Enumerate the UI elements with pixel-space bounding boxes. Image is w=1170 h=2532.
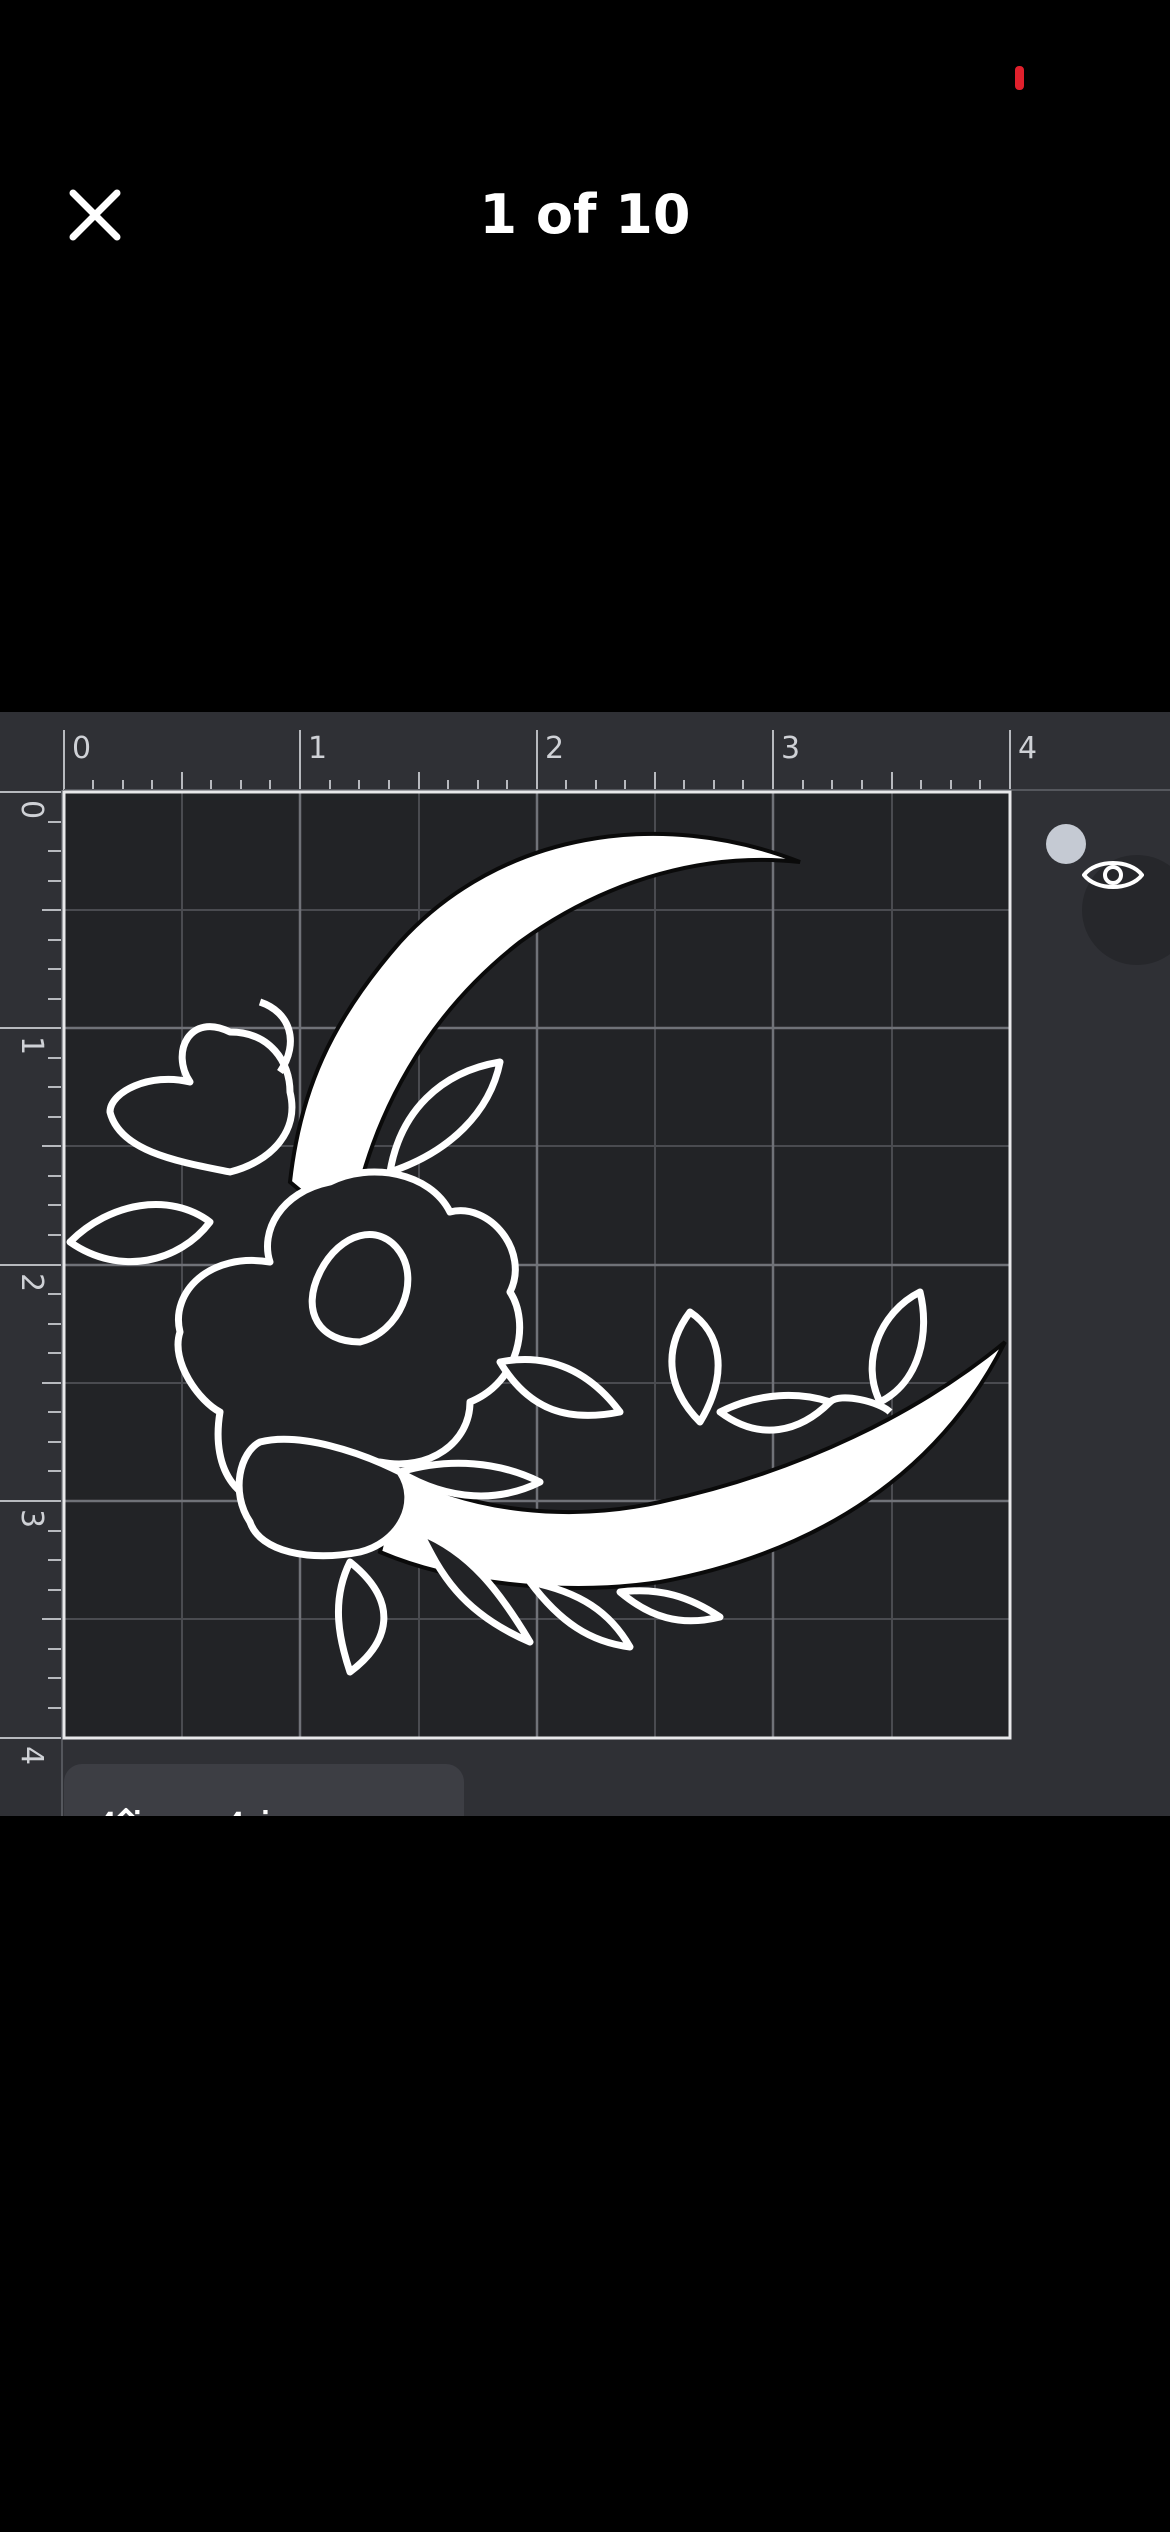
left-ruler-label: 2 [14,1273,49,1292]
top-ruler-label: 1 [308,731,327,766]
left-ruler-label: 1 [14,1036,49,1055]
resize-handle[interactable] [1046,824,1086,864]
eye-icon [1082,861,1144,889]
top-ruler-label: 3 [781,731,800,766]
top-ruler-label: 2 [545,731,564,766]
image-viewer: 1 of 10 0 1 2 3 4 0 1 2 3 4 [0,0,1170,2532]
recording-indicator [1015,66,1024,90]
size-indicator[interactable]: 4 in x 4 in [64,1764,464,1816]
page-counter: 1 of 10 [479,183,691,246]
left-ruler-label: 0 [14,800,49,819]
canvas-svg: 0 1 2 3 4 0 1 2 3 4 [0,712,1170,1816]
pencil-icon [117,1808,135,1816]
top-ruler-label: 4 [1018,731,1037,766]
left-ruler-label: 4 [14,1746,49,1765]
left-ruler-label: 3 [14,1509,49,1528]
design-canvas[interactable]: 0 1 2 3 4 0 1 2 3 4 [0,712,1170,1816]
top-ruler-label: 0 [72,731,91,766]
viewer-header: 1 of 10 [0,150,1170,270]
